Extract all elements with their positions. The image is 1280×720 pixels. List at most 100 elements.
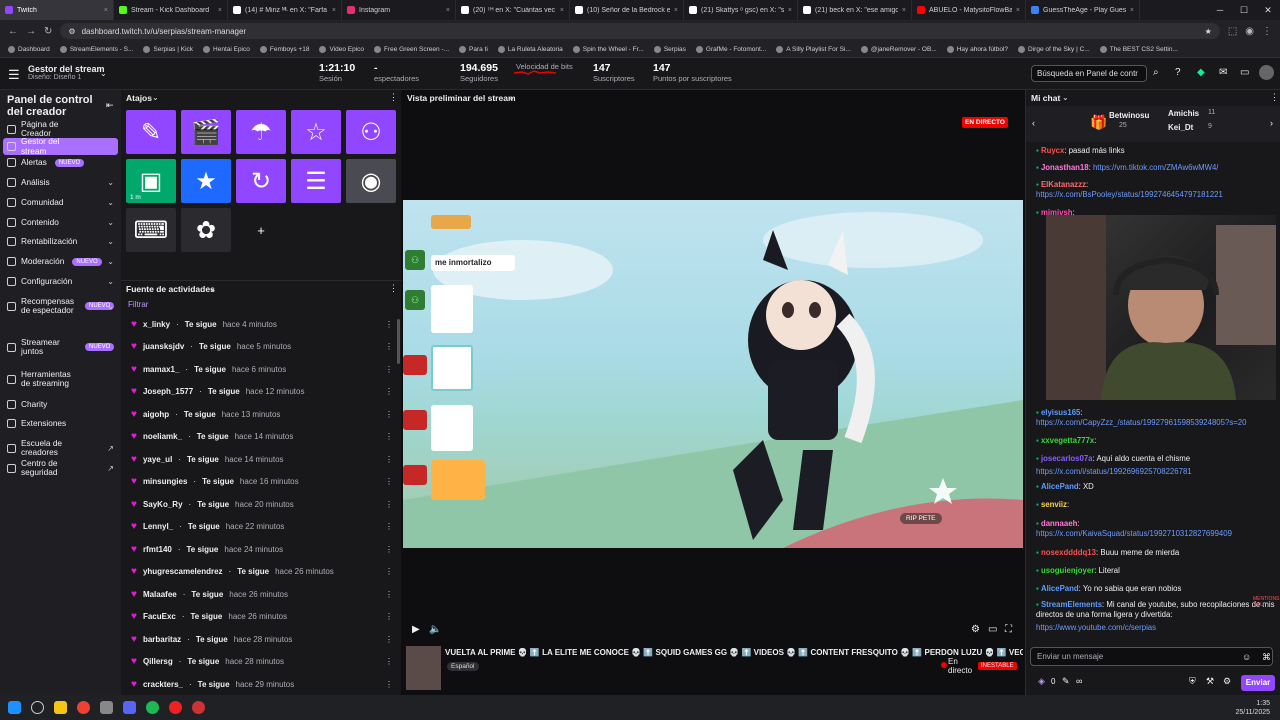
more-options-icon[interactable]: ⋮: [389, 92, 398, 103]
chat-message[interactable]: ▪ xxvegetta777x:: [1036, 436, 1276, 446]
chat-link[interactable]: https://www.youtube.com/c/serpias: [1036, 623, 1156, 632]
chat-username[interactable]: StreamElements: [1041, 600, 1102, 609]
url-field[interactable]: ⚙ dashboard.twitch.tv/u/serpias/stream-m…: [60, 23, 1220, 39]
gem-icon[interactable]: ◆: [1197, 67, 1205, 78]
close-tab-icon[interactable]: ×: [674, 7, 678, 14]
activity-event-row[interactable]: ♥ yaye_ul · Te sigue hace 14 minutos ⋮: [131, 448, 393, 470]
more-options-icon[interactable]: ⋮: [385, 657, 393, 666]
chevron-down-icon[interactable]: ⌄: [107, 302, 114, 311]
browser-tab[interactable]: Instagram ×: [342, 0, 456, 20]
chat-username[interactable]: AlicePand: [1041, 584, 1079, 593]
shortcut-tile[interactable]: ⌨: [126, 208, 176, 252]
close-tab-icon[interactable]: ×: [788, 7, 792, 14]
mod-tools-icon[interactable]: ⚒: [1206, 676, 1214, 687]
activity-event-row[interactable]: ♥ barbaritaz · Te sigue hace 28 minutos ⋮: [131, 628, 393, 650]
browser-tab[interactable]: GuessTheAge - Play Guess Th ×: [1026, 0, 1140, 20]
browser-tab[interactable]: (21) Skattys ᵒ gsc) en X: "sp ×: [684, 0, 798, 20]
chat-link[interactable]: https://x.com/BsPooley/status/1992746454…: [1036, 190, 1223, 199]
browser-menu-icon[interactable]: ⋮: [1262, 26, 1272, 37]
shortcut-tile[interactable]: 🎬: [181, 110, 231, 154]
more-options-icon[interactable]: ⋮: [385, 410, 393, 419]
stream-manager-title-block[interactable]: Gestor del stream Diseño: Diseño 1: [28, 64, 105, 81]
sidebar-item[interactable]: Rentabilización ⌄: [3, 236, 118, 247]
more-options-icon[interactable]: ⋮: [385, 432, 393, 441]
close-tab-icon[interactable]: ×: [902, 7, 906, 14]
event-username[interactable]: juansksjdv: [143, 342, 184, 351]
user-avatar[interactable]: [1259, 65, 1274, 80]
sidebar-item[interactable]: Streamear juntos NUEVO: [3, 337, 118, 356]
browser-tab[interactable]: ABUELO - MatysitoFlowBaks ×: [912, 0, 1026, 20]
bookmark-item[interactable]: GrafMe - Fotomont...: [695, 46, 766, 53]
close-tab-icon[interactable]: ×: [446, 7, 450, 14]
chat-link[interactable]: https://x.com/KaivaSquad/status/19927103…: [1036, 529, 1232, 538]
system-clock[interactable]: 1:35 25/11/2025: [1235, 699, 1270, 717]
activity-event-row[interactable]: ♥ FacuExc · Te sigue hace 26 minutos ⋮: [131, 606, 393, 628]
event-username[interactable]: Lennyl_: [143, 522, 173, 531]
sidebar-item[interactable]: Configuración ⌄: [3, 276, 118, 287]
chat-message[interactable]: ▪ mimivsh:: [1036, 208, 1276, 218]
activity-event-row[interactable]: ♥ crackters_ · Te sigue hace 29 minutos ⋮: [131, 673, 393, 695]
more-options-icon[interactable]: ⋮: [385, 320, 393, 329]
activity-event-row[interactable]: ♥ juansksjdv · Te sigue hace 5 minutos ⋮: [131, 336, 393, 358]
close-tab-icon[interactable]: ×: [1016, 7, 1020, 14]
activity-event-row[interactable]: ♥ x_linky · Te sigue hace 4 minutos ⋮: [131, 313, 393, 335]
send-chat-button[interactable]: Enviar: [1241, 675, 1275, 691]
site-info-icon[interactable]: ⚙: [68, 27, 75, 36]
event-username[interactable]: Malaafee: [143, 590, 177, 599]
bookmark-item[interactable]: La Ruleta Aleatoria: [497, 46, 563, 53]
more-options-icon[interactable]: ⋮: [385, 500, 393, 509]
play-icon[interactable]: ▶: [412, 624, 420, 635]
more-options-icon[interactable]: ⋮: [389, 283, 398, 294]
scrollbar-thumb[interactable]: [397, 319, 400, 364]
bookmark-item[interactable]: Para ti: [459, 46, 488, 53]
shortcut-tile[interactable]: ✿: [181, 208, 231, 252]
chevron-down-icon[interactable]: ⌄: [107, 257, 114, 266]
chevron-down-icon[interactable]: ⌄: [107, 218, 114, 227]
more-options-icon[interactable]: ⋮: [1270, 92, 1279, 103]
more-options-icon[interactable]: ⋮: [385, 387, 393, 396]
chat-link[interactable]: https://vm.tiktok.com/ZMAw6wMW4/: [1093, 163, 1219, 172]
more-options-icon[interactable]: ⋮: [385, 635, 393, 644]
chevron-down-icon[interactable]: ⌄: [508, 93, 515, 102]
add-shortcut-button[interactable]: +: [236, 208, 286, 252]
discord-icon[interactable]: [123, 701, 136, 714]
chat-username[interactable]: nosexddddq13: [1041, 548, 1096, 557]
channel-points-icon[interactable]: ◈: [1038, 676, 1045, 687]
sidebar-item[interactable]: Recompensas de espectador NUEVO ⌄: [3, 296, 118, 315]
chat-message[interactable]: ▪ josecarlos07a: Aquí aldo cuenta el chi…: [1036, 454, 1276, 464]
chevron-left-icon[interactable]: ‹: [1032, 118, 1035, 128]
event-username[interactable]: FacuExc: [143, 612, 176, 621]
sidebar-item[interactable]: Moderación NUEVO ⌄: [3, 256, 118, 267]
browser-tab[interactable]: Stream - Kick Dashboard ×: [114, 0, 228, 20]
chat-message[interactable]: ▪ nosexddddq13: Buuu meme de mierda: [1036, 548, 1276, 558]
more-options-icon[interactable]: ⋮: [385, 342, 393, 351]
activity-event-row[interactable]: ♥ Joseph_1577 · Te sigue hace 12 minutos ⋮: [131, 381, 393, 403]
sidebar-item[interactable]: Extensiones: [3, 418, 118, 429]
shortcut-tile[interactable]: ★: [181, 159, 231, 203]
sidebar-item[interactable]: Gestor del stream: [3, 137, 118, 155]
more-options-icon[interactable]: ⋮: [385, 545, 393, 554]
activity-event-row[interactable]: ♥ yhugrescamelendrez · Te sigue hace 26 minu…: [131, 561, 393, 583]
back-icon[interactable]: ←: [8, 26, 18, 37]
stream-video[interactable]: ⚇ me inmortalizo ⚇ RIP PETE: [403, 200, 1023, 548]
event-username[interactable]: minsungies: [143, 477, 187, 486]
chat-username[interactable]: mimivsh: [1041, 208, 1073, 217]
taskbar-app-icon[interactable]: [100, 701, 113, 714]
chat-username[interactable]: AlicePand: [1041, 482, 1079, 491]
chat-message[interactable]: ▪ dannaaeh: https://x.com/KaivaSquad/sta…: [1036, 519, 1276, 538]
more-options-icon[interactable]: ⋮: [385, 477, 393, 486]
shortcut-tile[interactable]: ▣ 1 m: [126, 159, 176, 203]
whisper-icon[interactable]: ▭: [1240, 67, 1249, 78]
reload-icon[interactable]: ↻: [44, 26, 52, 37]
bookmark-item[interactable]: Dirge of the Sky | C...: [1018, 46, 1090, 53]
browser-tab[interactable]: (21) beck en X: "ese amigo m ×: [798, 0, 912, 20]
chat-message[interactable]: ▪ AlicePand: Yo no sabia que eran nobios: [1036, 584, 1276, 594]
chevron-down-icon[interactable]: ⌄: [1062, 93, 1069, 102]
chevron-down-icon[interactable]: ⌄: [107, 237, 114, 246]
chat-username[interactable]: xxvegetta777x: [1041, 436, 1094, 445]
extensions-icon[interactable]: ⬚: [1228, 26, 1237, 37]
activity-event-row[interactable]: ♥ Lennyl_ · Te sigue hace 22 minutos ⋮: [131, 516, 393, 538]
help-icon[interactable]: ?: [1175, 67, 1181, 78]
settings-icon[interactable]: ⚙: [971, 624, 980, 635]
event-username[interactable]: aigohp: [143, 410, 169, 419]
